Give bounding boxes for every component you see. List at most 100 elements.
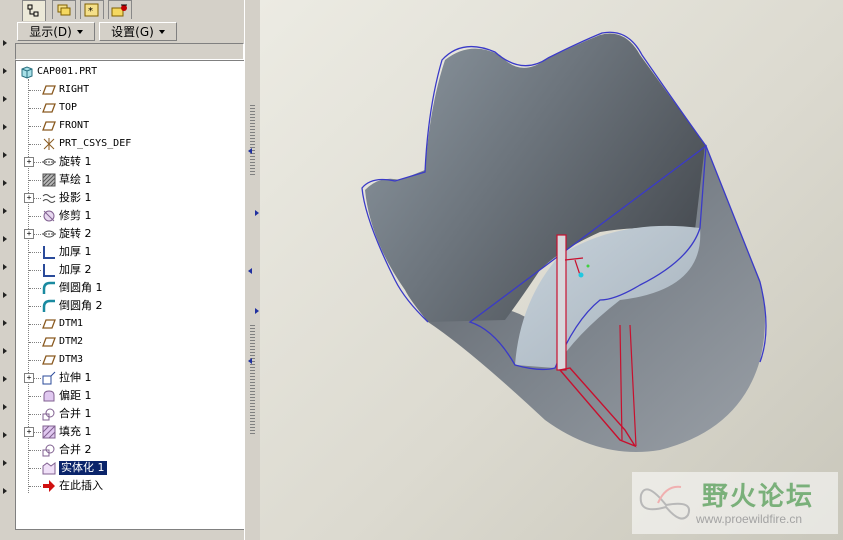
tree-item[interactable]: 加厚 1	[16, 243, 244, 261]
settings-menu-label: 设置(G)	[111, 25, 154, 39]
splitter-grip	[250, 325, 255, 435]
tree-item[interactable]: 倒圆角 1	[16, 279, 244, 297]
expand-arrow-icon[interactable]	[3, 320, 7, 326]
expand-arrow-icon[interactable]	[3, 124, 7, 130]
tree-item[interactable]: DTM3	[16, 351, 244, 369]
tree-item[interactable]: + 投影 1	[16, 189, 244, 207]
folder-icon	[57, 4, 71, 16]
tree-item-label: 倒圆角 2	[59, 299, 103, 312]
tree-item[interactable]: RIGHT	[16, 81, 244, 99]
connections-icon	[111, 4, 127, 17]
tree-item-label: DTM2	[59, 336, 84, 347]
revolve-icon	[42, 158, 56, 166]
datum-plane-icon	[42, 85, 56, 95]
tree-item[interactable]: 倒圆角 2	[16, 297, 244, 315]
tree-filter-field[interactable]	[15, 43, 244, 60]
panel-splitter[interactable]	[244, 0, 261, 540]
tree-item[interactable]: 加厚 2	[16, 261, 244, 279]
expand-arrow-icon[interactable]	[3, 68, 7, 74]
tree-item-label: 拉伸 1	[59, 371, 92, 384]
tree-item-root[interactable]: CAP001.PRT	[16, 63, 244, 81]
expand-arrow-icon[interactable]	[3, 348, 7, 354]
tree-item[interactable]: 合并 2	[16, 441, 244, 459]
tree-item[interactable]: + 填充 1	[16, 423, 244, 441]
expand-arrow-icon[interactable]	[3, 488, 7, 494]
tree-item[interactable]: + 拉伸 1	[16, 369, 244, 387]
merge-icon	[42, 408, 55, 421]
favorites-icon: *	[84, 3, 99, 17]
tree-item-label: 修剪 1	[59, 209, 92, 222]
chevron-down-icon	[158, 29, 165, 34]
tree-item-label: 加厚 1	[59, 245, 92, 258]
tree-item[interactable]: 修剪 1	[16, 207, 244, 225]
tree-item-label: 偏距 1	[59, 389, 92, 402]
collapse-left-icon[interactable]	[248, 148, 252, 154]
model-tree-icon	[27, 4, 39, 17]
tree-item-selected[interactable]: 实体化 1	[16, 459, 244, 477]
tree-item[interactable]: 草绘 1	[16, 171, 244, 189]
expand-arrow-icon[interactable]	[3, 264, 7, 270]
watermark-title: 野火论坛	[702, 482, 815, 512]
tree-item-label: PRT_CSYS_DEF	[59, 138, 132, 149]
expand-arrow-icon[interactable]	[3, 236, 7, 242]
forum-watermark: 野火论坛 www.proewildfire.cn	[632, 472, 838, 534]
tree-item-label: 旋转 1	[59, 155, 92, 168]
tree-item-label: 加厚 2	[59, 263, 92, 276]
tree-item[interactable]: PRT_CSYS_DEF	[16, 135, 244, 153]
tree-item-label: 投影 1	[59, 191, 92, 204]
datum-plane-icon	[42, 103, 56, 113]
navigator-tabs: *	[22, 0, 254, 21]
expand-arrow-icon[interactable]	[3, 292, 7, 298]
tab-connections[interactable]	[108, 0, 132, 19]
expand-right-icon[interactable]	[255, 210, 259, 216]
tree-item[interactable]: + 旋转 1	[16, 153, 244, 171]
tree-menubar: 显示(D) 设置(G)	[15, 21, 255, 42]
expand-arrow-icon[interactable]	[3, 152, 7, 158]
expand-arrow-icon[interactable]	[3, 432, 7, 438]
tab-model-tree[interactable]	[22, 0, 46, 21]
expand-right-icon[interactable]	[255, 308, 259, 314]
display-menu-label: 显示(D)	[29, 25, 72, 39]
tree-item[interactable]: 合并 1	[16, 405, 244, 423]
solidify-icon	[42, 462, 56, 475]
tree-item-label: 草绘 1	[59, 173, 92, 186]
tree-item-insert-here[interactable]: 在此插入	[16, 477, 244, 495]
insert-here-arrow-icon	[43, 480, 55, 492]
trim-icon	[43, 210, 55, 222]
tree-item-label: FRONT	[59, 120, 90, 131]
tree-item[interactable]: + 旋转 2	[16, 225, 244, 243]
expand-arrow-icon[interactable]	[3, 460, 7, 466]
tree-item-label: DTM1	[59, 318, 84, 329]
expand-arrow-icon[interactable]	[3, 180, 7, 186]
datum-plane-icon	[42, 319, 56, 329]
axis-point	[586, 264, 590, 268]
projection-icon	[42, 194, 56, 203]
tree-item-label: 合并 1	[59, 407, 92, 420]
display-menu-button[interactable]: 显示(D)	[17, 22, 95, 41]
tree-item[interactable]: FRONT	[16, 117, 244, 135]
tab-favorites[interactable]: *	[80, 0, 104, 19]
tree-item-label: 旋转 2	[59, 227, 92, 240]
expand-arrow-icon[interactable]	[3, 404, 7, 410]
tree-item[interactable]: DTM2	[16, 333, 244, 351]
datum-plane-icon	[42, 121, 56, 131]
expand-arrow-icon[interactable]	[3, 96, 7, 102]
tree-item[interactable]: DTM1	[16, 315, 244, 333]
model-tree: CAP001.PRT RIGHT TOP FRONT PRT_CSYS_DEF …	[15, 60, 245, 530]
round-icon	[42, 299, 55, 312]
chevron-down-icon	[76, 29, 83, 34]
graphics-viewport[interactable]	[260, 0, 843, 540]
round-icon	[42, 281, 55, 294]
expand-arrow-icon[interactable]	[3, 376, 7, 382]
coordinate-system-icon	[43, 138, 55, 150]
settings-menu-button[interactable]: 设置(G)	[99, 22, 177, 41]
expand-arrow-icon[interactable]	[3, 40, 7, 46]
tab-folder-browser[interactable]	[52, 0, 76, 19]
tree-item[interactable]: 偏距 1	[16, 387, 244, 405]
tree-item-label: 填充 1	[59, 425, 92, 438]
tree-item[interactable]: TOP	[16, 99, 244, 117]
expand-arrow-icon[interactable]	[3, 208, 7, 214]
collapse-left-icon[interactable]	[248, 358, 252, 364]
tree-item-label: 倒圆角 1	[59, 281, 103, 294]
collapse-left-icon[interactable]	[248, 268, 252, 274]
